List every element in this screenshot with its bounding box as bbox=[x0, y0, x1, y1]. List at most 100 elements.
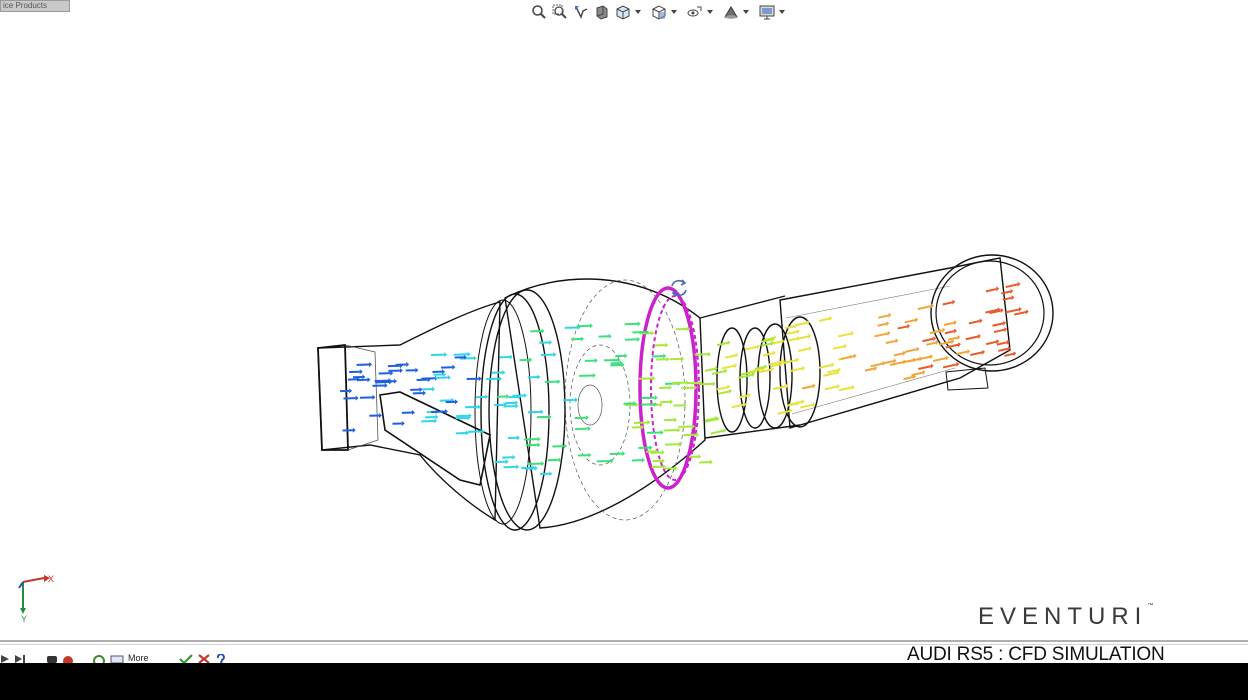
flow-arrow-head bbox=[384, 382, 388, 388]
edit-appearance-icon[interactable] bbox=[722, 3, 740, 21]
flow-arrow-head bbox=[505, 459, 509, 465]
previous-view-icon[interactable] bbox=[572, 3, 590, 21]
flow-arrow bbox=[800, 403, 813, 409]
flow-arrow bbox=[933, 357, 947, 362]
flow-arrow-head bbox=[1017, 281, 1021, 287]
trademark-mark: ™ bbox=[1147, 603, 1154, 609]
view-settings-icon[interactable] bbox=[758, 3, 776, 21]
hide-show-dropdown-icon[interactable] bbox=[707, 3, 713, 21]
zoom-to-fit-icon[interactable] bbox=[530, 3, 548, 21]
zoom-area-icon[interactable] bbox=[551, 3, 569, 21]
flow-arrow-head bbox=[727, 340, 731, 346]
flow-arrow-head bbox=[954, 328, 958, 334]
flow-arrow bbox=[904, 348, 917, 353]
view-settings-dropdown-icon[interactable] bbox=[779, 3, 785, 21]
list-icon[interactable] bbox=[110, 652, 124, 663]
video-letterbox-bar bbox=[0, 663, 1248, 700]
flow-arrow-head bbox=[735, 352, 739, 358]
flow-arrow-head bbox=[549, 339, 553, 345]
record-icon[interactable] bbox=[62, 652, 74, 663]
flow-arrow bbox=[993, 328, 1005, 334]
flow-arrow-head bbox=[537, 442, 541, 448]
flow-arrow-head bbox=[485, 394, 489, 400]
flow-arrow bbox=[840, 355, 855, 361]
flow-arrow-head bbox=[696, 432, 700, 438]
help-icon[interactable] bbox=[215, 652, 227, 663]
refresh-icon[interactable] bbox=[92, 652, 106, 663]
flow-arrow bbox=[864, 367, 875, 372]
view-orientation-icon[interactable] bbox=[614, 3, 632, 21]
flow-arrow-head bbox=[359, 369, 363, 375]
flow-arrow bbox=[772, 385, 786, 391]
step-forward-icon[interactable] bbox=[14, 652, 26, 663]
display-style-icon[interactable] bbox=[650, 3, 668, 21]
flow-arrow bbox=[970, 351, 983, 357]
flow-arrow-head bbox=[549, 471, 553, 477]
flow-arrow-head bbox=[915, 317, 919, 323]
flow-arrow-head bbox=[443, 371, 447, 377]
status-divider bbox=[0, 640, 1248, 642]
flow-arrow-head bbox=[853, 353, 857, 359]
flow-arrow-head bbox=[541, 461, 545, 467]
flow-arrow-head bbox=[670, 399, 674, 405]
flow-arrow-head bbox=[757, 344, 761, 350]
flow-arrow bbox=[731, 403, 744, 409]
flow-arrow-head bbox=[665, 342, 669, 348]
play-icon[interactable] bbox=[0, 652, 10, 663]
cancel-x-icon[interactable] bbox=[197, 652, 211, 663]
stop-icon[interactable] bbox=[46, 652, 58, 663]
flow-arrow bbox=[929, 329, 943, 335]
flow-arrow-head bbox=[537, 374, 541, 380]
flow-arrow bbox=[711, 370, 725, 375]
flow-arrow-head bbox=[529, 357, 533, 363]
more-button[interactable]: More bbox=[128, 652, 149, 663]
section-view-icon[interactable] bbox=[593, 3, 611, 21]
flow-arrow-head bbox=[666, 356, 670, 362]
edit-appearance-dropdown-icon[interactable] bbox=[743, 3, 749, 21]
flow-arrow-head bbox=[942, 327, 946, 333]
flow-arrow-head bbox=[916, 346, 920, 352]
flow-arrow-head bbox=[712, 381, 716, 387]
flow-arrow bbox=[874, 332, 888, 338]
flow-arrow-head bbox=[812, 383, 816, 389]
flow-arrow-head bbox=[895, 338, 899, 344]
flow-arrow-head bbox=[836, 384, 840, 390]
flow-arrow-head bbox=[399, 368, 403, 374]
flow-arrow-head bbox=[624, 353, 628, 359]
view-orientation-dropdown-icon[interactable] bbox=[635, 3, 641, 21]
flow-arrow bbox=[918, 365, 932, 370]
hide-show-items-icon[interactable] bbox=[686, 3, 704, 21]
flow-arrow bbox=[897, 325, 908, 330]
flow-arrow-head bbox=[698, 454, 702, 460]
flow-arrow-head bbox=[588, 452, 592, 458]
display-style-dropdown-icon[interactable] bbox=[671, 3, 677, 21]
flow-arrow bbox=[777, 410, 790, 415]
flow-arrow-head bbox=[677, 427, 681, 433]
flow-arrow-head bbox=[447, 374, 451, 380]
flow-arrow-head bbox=[587, 426, 591, 432]
flow-arrow bbox=[716, 341, 728, 347]
flow-arrow-head bbox=[635, 402, 639, 408]
flow-arrow-head bbox=[557, 379, 561, 385]
flow-arrow-head bbox=[651, 330, 655, 336]
flow-arrow-head bbox=[406, 361, 410, 367]
ok-check-icon[interactable] bbox=[178, 652, 193, 663]
flow-arrow-head bbox=[951, 339, 955, 345]
flow-arrow-head bbox=[652, 375, 656, 381]
flow-arrow-head bbox=[952, 299, 956, 305]
flow-arrow-head bbox=[1000, 308, 1004, 314]
flow-arrow-head bbox=[372, 394, 376, 400]
flow-arrow-head bbox=[654, 395, 658, 401]
flow-arrow-head bbox=[851, 384, 855, 390]
flow-arrow-head bbox=[477, 404, 481, 410]
flow-arrow-head bbox=[707, 351, 711, 357]
flow-arrow-head bbox=[1003, 320, 1007, 326]
flow-arrow-head bbox=[594, 358, 598, 364]
flow-arrow-head bbox=[435, 414, 439, 420]
graphics-viewport[interactable]: X Y bbox=[0, 24, 1248, 640]
heads-up-view-toolbar bbox=[530, 1, 791, 23]
flow-arrow-head bbox=[772, 350, 776, 356]
eventuri-logo-text: EVENTURI bbox=[978, 603, 1148, 630]
flow-arrow-head bbox=[716, 416, 720, 422]
flow-arrow-head bbox=[498, 376, 502, 382]
